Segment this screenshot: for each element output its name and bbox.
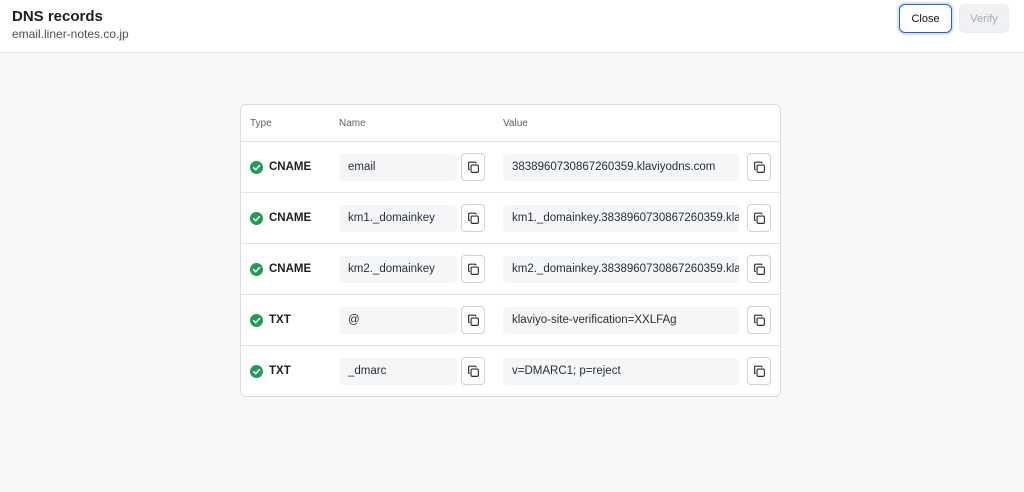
record-name-field: km2._domainkey bbox=[339, 256, 457, 283]
record-name-field: km1._domainkey bbox=[339, 205, 457, 232]
close-button[interactable]: Close bbox=[899, 4, 952, 33]
page-header: DNS records email.liner-notes.co.jp Clos… bbox=[0, 0, 1024, 53]
copy-icon bbox=[467, 314, 479, 326]
copy-icon bbox=[467, 212, 479, 224]
copy-icon bbox=[467, 365, 479, 377]
column-header-name: Name bbox=[339, 118, 366, 129]
table-row: CNAME email 3838960730867260359.klaviyod… bbox=[241, 142, 780, 193]
copy-value-button[interactable] bbox=[747, 153, 771, 181]
record-name-field: _dmarc bbox=[339, 358, 457, 385]
check-circle-icon bbox=[250, 365, 263, 378]
table-row: TXT _dmarc v=DMARC1; p=reject bbox=[241, 346, 780, 396]
copy-value-button[interactable] bbox=[747, 204, 771, 232]
column-header-type: Type bbox=[250, 118, 272, 129]
record-type: CNAME bbox=[269, 263, 312, 275]
table-row: TXT @ klaviyo-site-verification=XXLFAg bbox=[241, 295, 780, 346]
copy-name-button[interactable] bbox=[461, 255, 485, 283]
copy-value-button[interactable] bbox=[747, 357, 771, 385]
check-circle-icon bbox=[250, 263, 263, 276]
record-value-field: klaviyo-site-verification=XXLFAg bbox=[503, 307, 739, 334]
verify-button[interactable]: Verify bbox=[959, 4, 1009, 33]
table-header: Type Name Value bbox=[241, 105, 780, 142]
copy-name-button[interactable] bbox=[461, 204, 485, 232]
check-circle-icon bbox=[250, 212, 263, 225]
copy-icon bbox=[753, 314, 765, 326]
copy-value-button[interactable] bbox=[747, 255, 771, 283]
copy-icon bbox=[753, 161, 765, 173]
record-value-field: km2._domainkey.3838960730867260359.klavi… bbox=[503, 256, 739, 283]
copy-icon bbox=[753, 365, 765, 377]
copy-icon bbox=[753, 212, 765, 224]
copy-icon bbox=[753, 263, 765, 275]
record-type: TXT bbox=[269, 365, 291, 377]
record-type: CNAME bbox=[269, 212, 312, 224]
record-value-field: km1._domainkey.3838960730867260359.klavi… bbox=[503, 205, 739, 232]
record-value-field: v=DMARC1; p=reject bbox=[503, 358, 739, 385]
table-row: CNAME km1._domainkey km1._domainkey.3838… bbox=[241, 193, 780, 244]
copy-icon bbox=[467, 263, 479, 275]
copy-value-button[interactable] bbox=[747, 306, 771, 334]
column-header-value: Value bbox=[503, 118, 528, 129]
dns-records-table: Type Name Value CNAME email 383896073086… bbox=[240, 104, 781, 397]
copy-name-button[interactable] bbox=[461, 153, 485, 181]
record-name-field: email bbox=[339, 154, 457, 181]
check-circle-icon bbox=[250, 314, 263, 327]
table-row: CNAME km2._domainkey km2._domainkey.3838… bbox=[241, 244, 780, 295]
record-value-field: 3838960730867260359.klaviyodns.com bbox=[503, 154, 739, 181]
copy-name-button[interactable] bbox=[461, 306, 485, 334]
record-type: TXT bbox=[269, 314, 291, 326]
copy-icon bbox=[467, 161, 479, 173]
check-circle-icon bbox=[250, 161, 263, 174]
domain-subtitle: email.liner-notes.co.jp bbox=[12, 27, 129, 41]
copy-name-button[interactable] bbox=[461, 357, 485, 385]
page-title: DNS records bbox=[12, 8, 103, 25]
record-name-field: @ bbox=[339, 307, 457, 334]
record-type: CNAME bbox=[269, 161, 312, 173]
